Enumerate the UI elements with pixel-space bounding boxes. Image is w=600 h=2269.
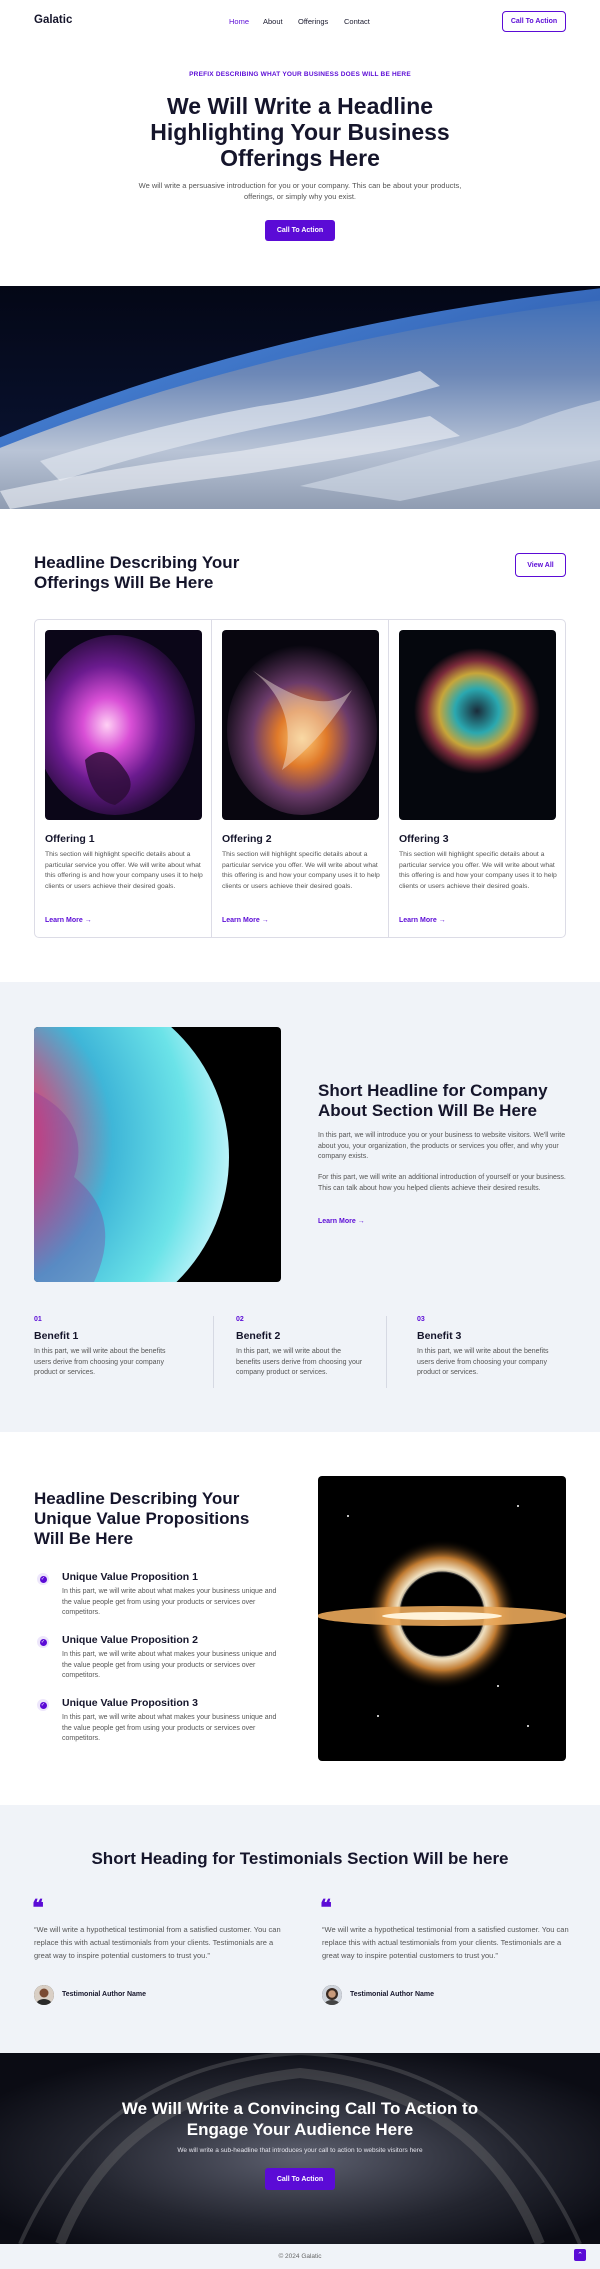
learn-more-link[interactable]: Learn More → [45,917,92,924]
uvp-item-title: Unique Value Proposition 3 [62,1697,198,1709]
learn-more-link[interactable]: Learn More → [222,917,269,924]
hero-lead: We will write a persuasive introduction … [138,181,462,201]
testimonials-title: Short Heading for Testimonials Section W… [91,1849,509,1868]
logo[interactable]: Galatic [34,14,72,26]
offering-card: Offering 1 This section will highlight s… [35,620,212,937]
uvp-item-desc: In this part, we will write about what m… [62,1588,277,1616]
divider [213,1316,214,1388]
benefit-desc: In this part, we will write about the be… [34,1348,166,1376]
about-paragraph-1: In this part, we will introduce you or y… [318,1132,566,1160]
check-icon: ✓ [37,1699,49,1711]
learn-more-link[interactable]: Learn More → [399,917,446,924]
nav-home[interactable]: Home [229,17,249,26]
benefit-desc: In this part, we will write about the be… [417,1348,549,1376]
offering-desc: This section will highlight specific det… [399,851,557,890]
about-learn-more-link[interactable]: Learn More → [318,1218,365,1225]
benefit-title: Benefit 3 [417,1330,462,1342]
nebula-image [222,630,379,820]
offering-desc: This section will highlight specific det… [45,851,203,890]
offering-desc: This section will highlight specific det… [222,851,380,890]
cta-button[interactable]: Call To Action [265,2168,335,2190]
hero-cta-button[interactable]: Call To Action [265,220,335,241]
nav-about[interactable]: About [263,17,283,26]
footer: © 2024 Galatic [0,2244,600,2269]
quote-icon: ❝ [32,1895,44,1921]
testimonial-author: Testimonial Author Name [350,1991,435,1998]
nav-offerings[interactable]: Offerings [298,17,328,26]
benefit-item: 03 Benefit 3 In this part, we will write… [417,1316,567,1379]
testimonial-text: “We will write a hypothetical testimonia… [34,1925,281,1960]
offering-title: Offering 1 [45,833,95,845]
about-paragraph-2: For this part, we will write an addition… [318,1174,566,1192]
earth-image [0,286,600,509]
cta-subtitle: We will write a sub-headline that introd… [177,2147,423,2154]
testimonial-text: “We will write a hypothetical testimonia… [322,1925,569,1960]
uvp-item-desc: In this part, we will write about what m… [62,1714,277,1742]
view-all-button[interactable]: View All [515,553,566,577]
divider [386,1316,387,1388]
uvp-item-title: Unique Value Proposition 1 [62,1571,198,1583]
testimonial-author: Testimonial Author Name [62,1991,147,1998]
cta-title: We Will Write a Convincing Call To Actio… [121,2099,479,2139]
offering-card: Offering 2 This section will highlight s… [212,620,389,937]
planet-image [34,1027,281,1282]
arrow-right-icon: → [84,917,92,924]
benefit-item: 01 Benefit 1 In this part, we will write… [34,1316,184,1379]
check-icon: ✓ [37,1636,49,1648]
avatar [34,1985,54,2005]
benefit-number: 01 [34,1316,42,1323]
offering-title: Offering 2 [222,833,272,845]
benefit-desc: In this part, we will write about the be… [236,1348,363,1376]
nebula-image [45,630,202,820]
nebula-image [399,630,556,820]
hero-eyebrow: PREFIX DESCRIBING WHAT YOUR BUSINESS DOE… [189,71,411,78]
benefit-title: Benefit 2 [236,1330,281,1342]
uvp-title: Headline Describing Your Unique Value Pr… [34,1489,250,1548]
benefit-number: 02 [236,1316,244,1323]
benefit-item: 02 Benefit 2 In this part, we will write… [236,1316,366,1379]
quote-icon: ❝ [320,1895,332,1921]
offering-card: Offering 3 This section will highlight s… [389,620,565,937]
chevron-up-icon: ⌃ [577,2252,583,2259]
check-icon: ✓ [37,1573,49,1585]
black-hole-image [318,1476,566,1761]
arrow-right-icon: → [438,917,446,924]
uvp-item-desc: In this part, we will write about what m… [62,1651,277,1679]
hero-title: We Will Write a Headline Highlighting Yo… [150,93,450,171]
benefit-number: 03 [417,1316,425,1323]
arrow-right-icon: → [357,1218,365,1225]
about-title: Short Headline for Company About Section… [318,1081,548,1120]
header-cta-button[interactable]: Call To Action [502,11,566,32]
uvp-item-title: Unique Value Proposition 2 [62,1634,198,1646]
avatar [322,1985,342,2005]
benefit-title: Benefit 1 [34,1330,79,1342]
arrow-right-icon: → [261,917,269,924]
nav-contact[interactable]: Contact [344,17,370,26]
scroll-to-top-button[interactable]: ⌃ [574,2249,586,2261]
copyright: © 2024 Galatic [278,2253,322,2260]
offering-title: Offering 3 [399,833,449,845]
offerings-cards: Offering 1 This section will highlight s… [34,619,566,938]
offerings-title: Headline Describing Your Offerings Will … [34,553,240,592]
